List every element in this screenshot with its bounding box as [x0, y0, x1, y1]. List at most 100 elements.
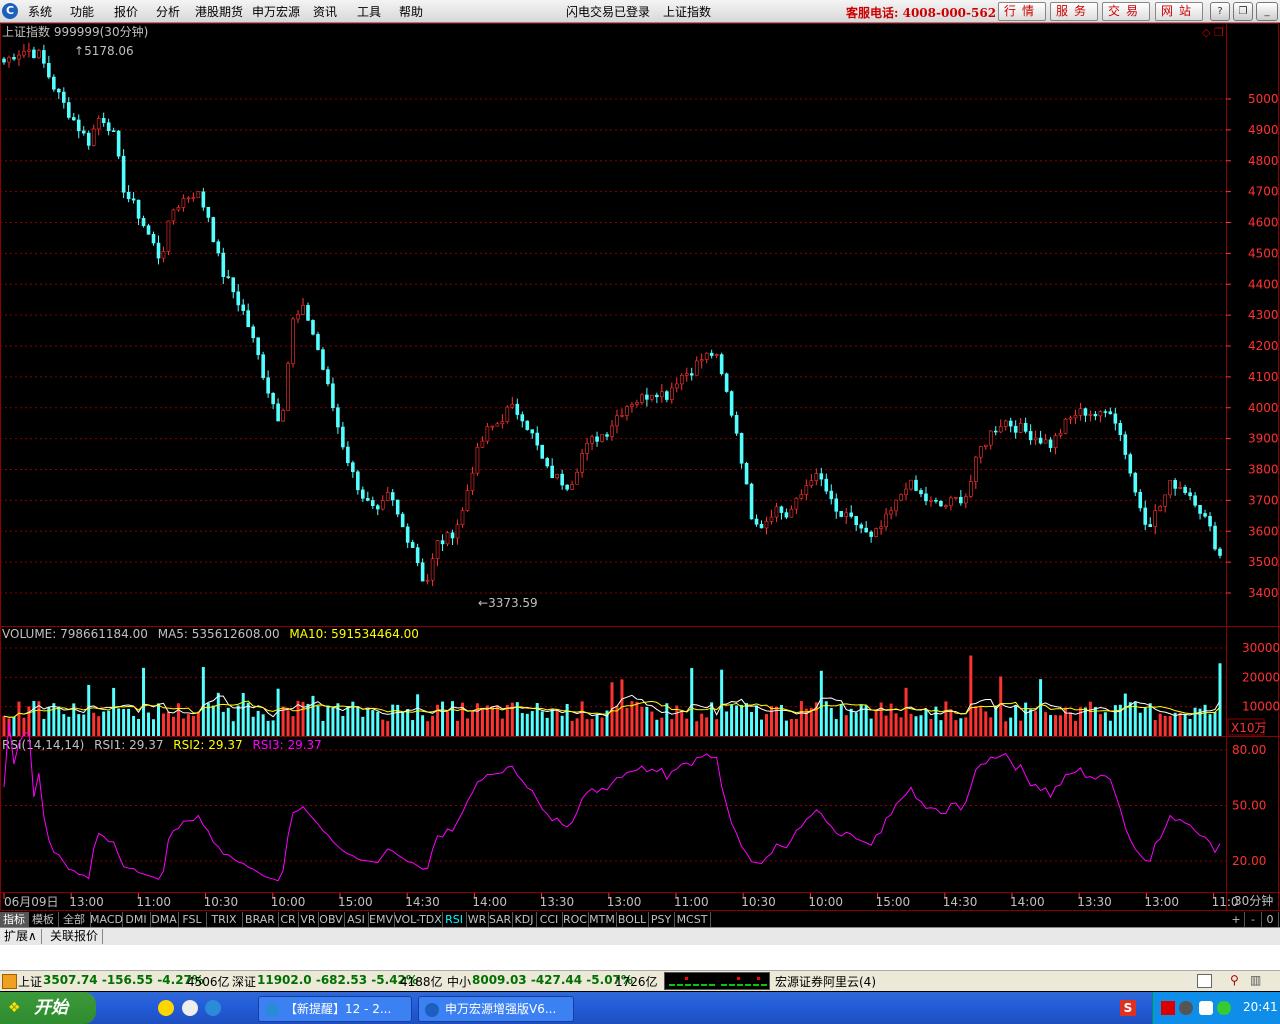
indicator-tab-全部[interactable]: 全部 [58, 912, 91, 927]
indicator-tab-mtm[interactable]: MTM [588, 912, 617, 927]
rsi1-value: RSI1: 29.37 [94, 738, 163, 752]
volume-bar [869, 718, 873, 736]
price-tick-label: 4600 [1248, 216, 1279, 230]
candlestick-chart[interactable]: 上证指数 999999(30分钟) ◇ ❐ ↑5178.06 ←3373.59 … [0, 23, 1280, 911]
period-label[interactable]: 30分钟 [1234, 893, 1273, 908]
menu-item-swhy[interactable]: 申万宏源 [252, 3, 300, 20]
candle-body [595, 436, 599, 442]
indicator-tab-指标[interactable]: 指标 [0, 912, 29, 927]
candle-body [1073, 414, 1078, 419]
volume-bar [1168, 716, 1172, 736]
volume-bar [1014, 705, 1018, 736]
indicator-tab-emv[interactable]: EMV [368, 912, 395, 927]
candle-body [1188, 492, 1192, 497]
start-button[interactable]: ❖ 开始 [0, 992, 96, 1024]
indicator-control-1[interactable]: - [1245, 912, 1262, 927]
sogou-ime-icon[interactable]: S [1120, 1000, 1136, 1016]
indicator-tab-sar[interactable]: SAR [488, 912, 513, 927]
indicator-tab-psy[interactable]: PSY [648, 912, 675, 927]
expand-tab[interactable]: 扩展∧ [0, 929, 42, 944]
quicklaunch-ie-icon[interactable] [205, 1000, 221, 1016]
window-icon[interactable] [1197, 974, 1212, 988]
indicator-tab-cci[interactable]: CCI [536, 912, 563, 927]
broker-name[interactable]: 宏源证券阿里云(4) [775, 973, 876, 990]
app-logo-icon[interactable]: C [2, 3, 18, 19]
indicator-tab-vr[interactable]: VR [298, 912, 319, 927]
menu-item-function[interactable]: 功能 [70, 3, 94, 20]
price-tick-label: 4300 [1248, 308, 1279, 322]
indicator-tab-rsi[interactable]: RSI [442, 912, 467, 927]
trade-button[interactable]: 交易 [1102, 2, 1150, 21]
candle-body [1028, 431, 1033, 441]
indicator-tab-asi[interactable]: ASI [344, 912, 369, 927]
shield-icon[interactable] [1199, 1001, 1213, 1015]
service-button[interactable]: 服务 [1050, 2, 1098, 21]
tray-icon-2[interactable] [1179, 1001, 1193, 1015]
candle-body [934, 499, 938, 502]
menu-item-hk-futures[interactable]: 港股期货 [195, 3, 243, 20]
indicator-control-2[interactable]: 0 [1262, 912, 1279, 927]
volume-bar [735, 705, 739, 736]
restore-window-button[interactable]: ❐ [1233, 2, 1253, 21]
quicklaunch-icon-2[interactable] [182, 1000, 198, 1016]
indicator-control-0[interactable]: + [1228, 912, 1245, 927]
tray-icon-4[interactable] [1217, 1001, 1231, 1015]
menu-item-help[interactable]: 帮助 [399, 3, 423, 20]
candle-body [81, 130, 86, 134]
volume-bar [485, 705, 489, 736]
indicator-tab-roc[interactable]: ROC [562, 912, 589, 927]
indicator-tab-boll[interactable]: BOLL [616, 912, 649, 927]
task-item-reminder[interactable]: 【新提醒】12 - 2... [258, 996, 412, 1022]
website-button[interactable]: 网站 [1155, 2, 1203, 21]
indicator-tab-模板[interactable]: 模板 [28, 912, 59, 927]
indicator-tab-vol-tdx[interactable]: VOL-TDX [394, 912, 443, 927]
menu-item-quote[interactable]: 报价 [114, 3, 138, 20]
indicator-tab-brar[interactable]: BRAR [242, 912, 279, 927]
indicator-tab-fsl[interactable]: FSL [178, 912, 207, 927]
antenna-icon[interactable]: ⚲ [1230, 973, 1239, 987]
candle-body [580, 453, 584, 473]
volume-bar [560, 715, 564, 736]
indicator-tab-cr[interactable]: CR [278, 912, 299, 927]
indicator-tab-obv[interactable]: OBV [318, 912, 345, 927]
quicklaunch-icon-1[interactable] [158, 1000, 174, 1016]
menu-item-news[interactable]: 资讯 [313, 3, 337, 20]
time-tick-label: 13:30 [540, 895, 575, 909]
indicator-tab-mcst[interactable]: MCST [674, 912, 711, 927]
indicator-tab-macd[interactable]: MACD [90, 912, 123, 927]
market-button[interactable]: 行情 [998, 2, 1046, 21]
task-item-swhy-label: 申万宏源增强版V6... [445, 1002, 557, 1016]
indicator-tab-dma[interactable]: DMA [150, 912, 179, 927]
menu-item-system[interactable]: 系统 [28, 3, 52, 20]
market-icon[interactable] [2, 974, 17, 989]
menu-item-analysis[interactable]: 分析 [156, 3, 180, 20]
lock-icon[interactable]: ▥ [1250, 973, 1261, 987]
chart-area[interactable]: 上证指数 999999(30分钟) ◇ ❐ ↑5178.06 ←3373.59 … [0, 23, 1280, 911]
candle-body [1068, 417, 1073, 420]
candle-body [1113, 413, 1118, 424]
candle-body [47, 63, 51, 78]
candle-body [630, 404, 634, 407]
indicator-tab-dmi[interactable]: DMI [122, 912, 151, 927]
sz-name: 深证 [232, 975, 257, 989]
volume-bar [251, 716, 255, 736]
volume-bar [660, 717, 664, 736]
task-item-swhy[interactable]: 申万宏源增强版V6... [418, 996, 574, 1022]
indicator-tab-kdj[interactable]: KDJ [512, 912, 537, 927]
chart-corner-icons[interactable]: ◇ ❐ [1202, 26, 1224, 39]
candle-body [405, 526, 410, 543]
candle-body [1053, 435, 1058, 448]
indicator-tab-trix[interactable]: TRIX [206, 912, 243, 927]
menu-item-tools[interactable]: 工具 [357, 3, 381, 20]
volume-axis: 30000 20000 10000 [1242, 641, 1280, 714]
related-quote-tab[interactable]: 关联报价 [46, 929, 104, 944]
signal-meter-bars [669, 977, 767, 986]
volume-bar [824, 701, 828, 736]
indicator-tab-wr[interactable]: WR [466, 912, 489, 927]
minimize-window-button[interactable]: _ [1256, 2, 1278, 21]
help-window-button[interactable]: ? [1210, 2, 1230, 21]
candle-body [859, 524, 863, 529]
tray-icon-1[interactable] [1161, 1001, 1175, 1015]
volume-bar [1208, 714, 1212, 736]
candle-body [1218, 548, 1222, 556]
